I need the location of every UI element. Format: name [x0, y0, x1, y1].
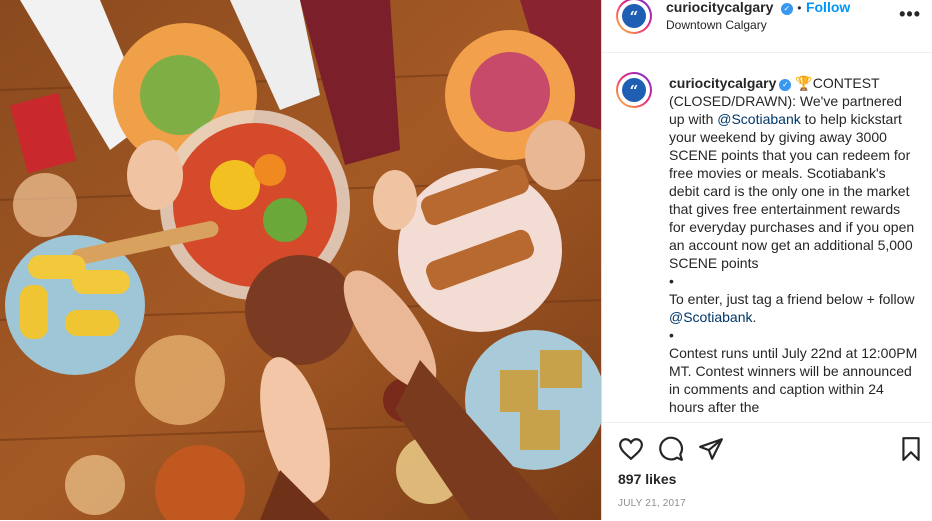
post-details-panel: “ curiocitycalgary ✓ • Follow Downtown C…	[601, 0, 932, 520]
paper-plane-icon[interactable]	[698, 436, 724, 462]
food-table-photo	[0, 0, 601, 520]
quote-icon: “	[622, 4, 646, 28]
caption-username[interactable]: curiocitycalgary	[669, 75, 776, 91]
separator-dot: •	[797, 1, 802, 15]
more-options-icon[interactable]: •••	[899, 4, 921, 25]
verified-badge-icon: ✓	[779, 79, 792, 91]
trophy-emoji: 🏆	[795, 75, 813, 91]
bookmark-icon[interactable]	[898, 436, 924, 462]
heart-icon[interactable]	[618, 436, 644, 462]
avatar[interactable]: “	[616, 0, 652, 34]
caption-part2: to help kickstart your weekend by giving…	[669, 111, 915, 307]
post-image[interactable]	[0, 0, 601, 520]
post-date[interactable]: JULY 21, 2017	[618, 498, 686, 509]
likes-count[interactable]: 897 likes	[618, 471, 676, 487]
caption-avatar[interactable]: “	[616, 72, 652, 108]
caption-text: curiocitycalgary ✓ 🏆CONTEST (CLOSED/DRAWN…	[669, 74, 919, 416]
post-header: “ curiocitycalgary ✓ • Follow Downtown C…	[602, 0, 932, 53]
post-username[interactable]: curiocitycalgary	[666, 0, 773, 15]
caption-area: “ curiocitycalgary ✓ 🏆CONTEST (CLOSED/DRA…	[602, 60, 932, 422]
comment-icon[interactable]	[658, 436, 684, 462]
verified-badge-icon: ✓	[780, 3, 793, 15]
quote-icon: “	[622, 78, 646, 102]
follow-button[interactable]: Follow	[806, 0, 850, 15]
mention-scotiabank-1[interactable]: @Scotiabank	[717, 111, 800, 127]
action-bar: 897 likes JULY 21, 2017	[602, 422, 932, 521]
post-location[interactable]: Downtown Calgary	[666, 18, 767, 32]
mention-scotiabank-2[interactable]: @Scotiabank	[669, 309, 752, 325]
